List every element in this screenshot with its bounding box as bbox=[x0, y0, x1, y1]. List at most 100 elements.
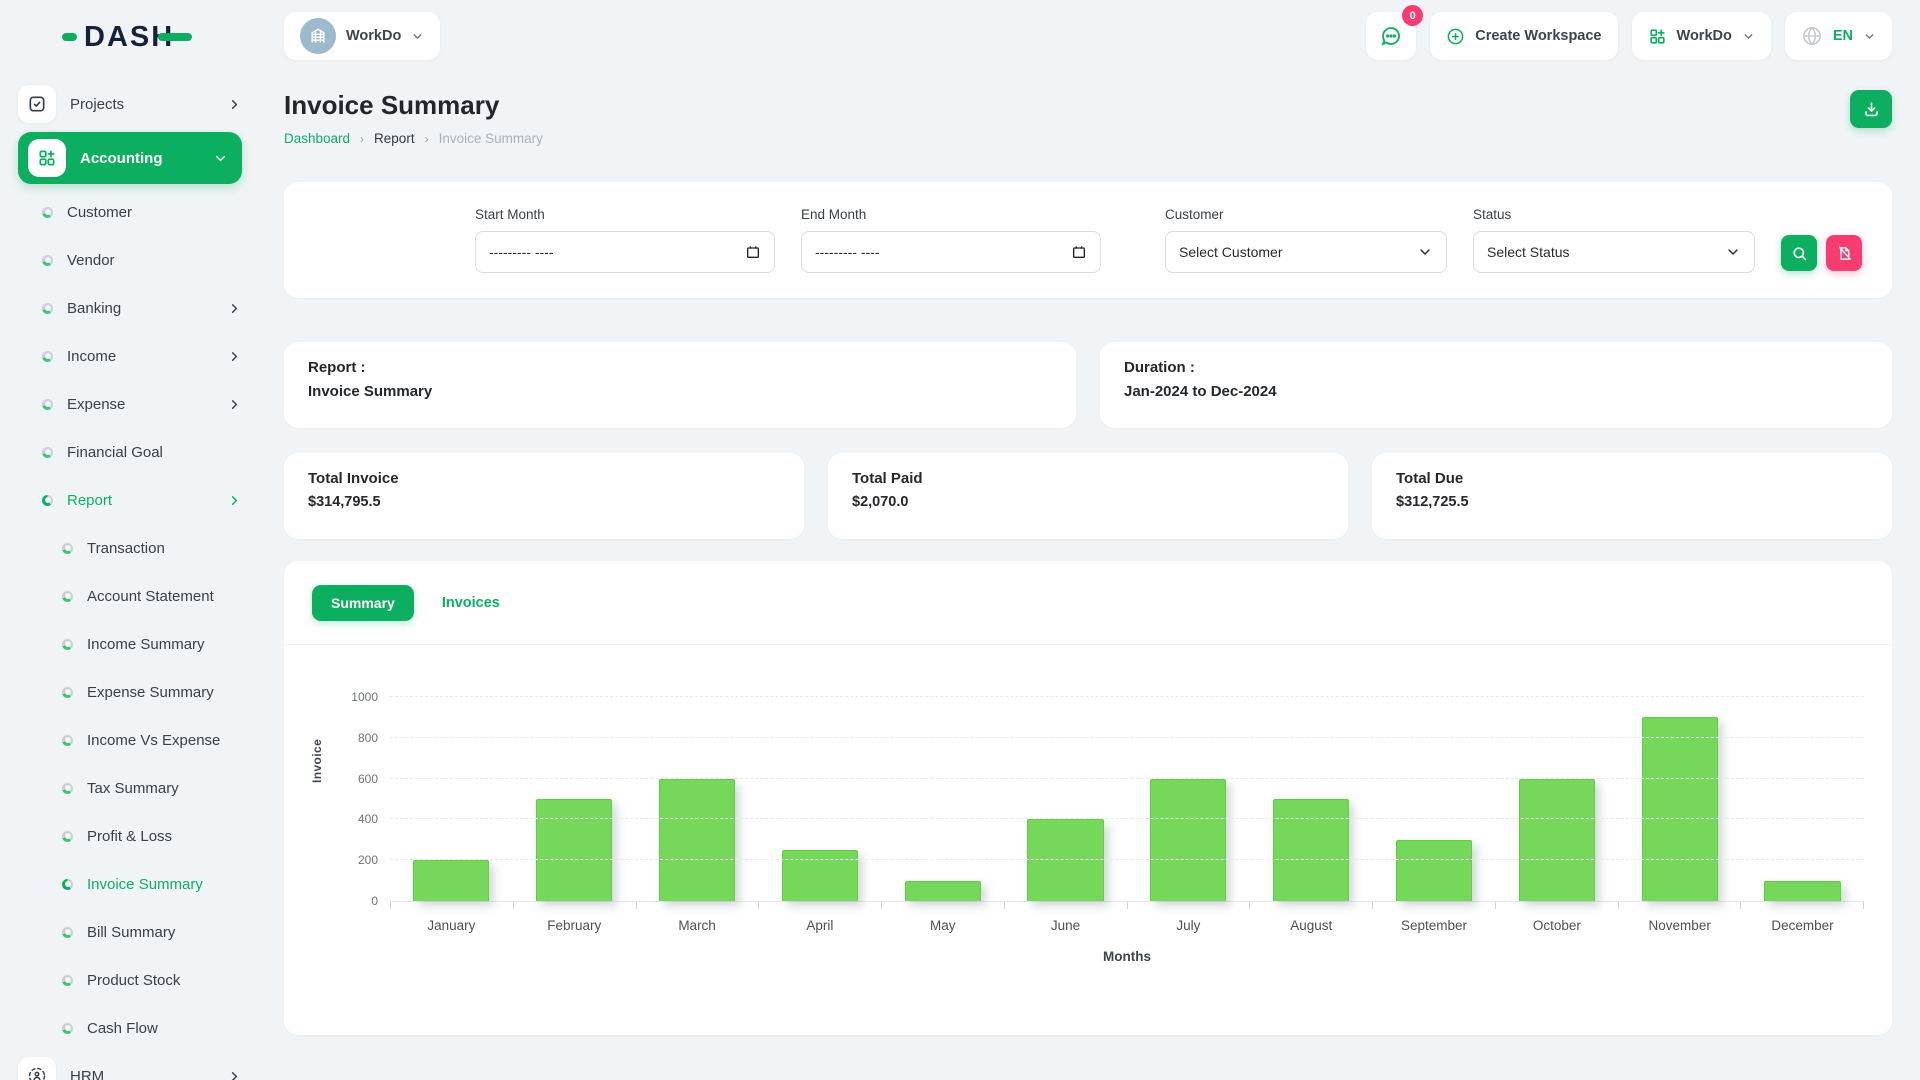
gridline-1000 bbox=[390, 696, 1864, 697]
sidebar-item-transaction[interactable]: Transaction bbox=[18, 524, 242, 572]
sidebar-item-accounting[interactable]: Accounting bbox=[18, 132, 242, 184]
bar-july[interactable] bbox=[1150, 779, 1226, 901]
reset-filter-button[interactable] bbox=[1826, 235, 1862, 271]
sidebar-item-account-statement[interactable]: Account Statement bbox=[18, 572, 242, 620]
status-label: Status bbox=[1473, 207, 1755, 222]
brand-logo[interactable]: DASH bbox=[0, 0, 260, 74]
bullet-icon bbox=[62, 879, 73, 890]
bar-november[interactable] bbox=[1642, 717, 1718, 901]
bar-column-september bbox=[1373, 697, 1496, 901]
customer-select[interactable]: Select Customer bbox=[1165, 231, 1447, 273]
start-month-input[interactable]: --------- ---- bbox=[475, 231, 775, 273]
duration-card: Duration : Jan-2024 to Dec-2024 bbox=[1100, 342, 1892, 428]
sidebar-item-tax-summary[interactable]: Tax Summary bbox=[18, 764, 242, 812]
sidebar-item-customer[interactable]: Customer bbox=[18, 188, 242, 236]
sidebar-item-profit-loss[interactable]: Profit & Loss bbox=[18, 812, 242, 860]
y-tick-0: 0 bbox=[334, 894, 378, 908]
sidebar-item-bill-summary[interactable]: Bill Summary bbox=[18, 908, 242, 956]
report-label: Report : bbox=[308, 359, 1052, 376]
y-axis-title: Invoice bbox=[310, 739, 324, 783]
breadcrumb-dashboard[interactable]: Dashboard bbox=[284, 131, 350, 146]
workdo-menu-label: WorkDo bbox=[1677, 28, 1732, 44]
x-label-may: May bbox=[881, 918, 1004, 933]
sidebar-item-financial-goal[interactable]: Financial Goal bbox=[18, 428, 242, 476]
chevron-down-icon bbox=[1863, 30, 1876, 43]
bar-column-november bbox=[1618, 697, 1741, 901]
tab-invoices[interactable]: Invoices bbox=[442, 595, 500, 611]
end-month-input[interactable]: --------- ---- bbox=[801, 231, 1101, 273]
workspace-avatar bbox=[300, 18, 336, 54]
x-label-august: August bbox=[1250, 918, 1373, 933]
search-button[interactable] bbox=[1781, 235, 1817, 271]
bar-may[interactable] bbox=[905, 881, 981, 901]
chevron-right-icon bbox=[227, 397, 242, 412]
report-card: Report : Invoice Summary bbox=[284, 342, 1076, 428]
sidebar-item-expense-summary[interactable]: Expense Summary bbox=[18, 668, 242, 716]
invoice-bar-chart: Invoice 02004006008001000 JanuaryFebruar… bbox=[312, 697, 1864, 964]
sidebar-nav: ProjectsAccountingCustomerVendorBankingI… bbox=[0, 74, 260, 1080]
y-tick-400: 400 bbox=[334, 812, 378, 826]
chevron-down-icon bbox=[1417, 244, 1433, 260]
bar-june[interactable] bbox=[1027, 819, 1103, 901]
sidebar-item-vendor[interactable]: Vendor bbox=[18, 236, 242, 284]
x-tick bbox=[1250, 902, 1373, 909]
sidebar-item-cash-flow[interactable]: Cash Flow bbox=[18, 1004, 242, 1052]
language-code: EN bbox=[1833, 28, 1853, 44]
calendar-icon bbox=[745, 244, 761, 260]
bar-column-march bbox=[636, 697, 759, 901]
sidebar-item-hrm[interactable]: HRM bbox=[18, 1052, 242, 1080]
person-target-icon bbox=[18, 1057, 56, 1080]
sidebar-item-invoice-summary[interactable]: Invoice Summary bbox=[18, 860, 242, 908]
messages-button[interactable]: 0 bbox=[1366, 12, 1416, 60]
y-tick-800: 800 bbox=[334, 731, 378, 745]
bar-column-october bbox=[1495, 697, 1618, 901]
sidebar-item-banking[interactable]: Banking bbox=[18, 284, 242, 332]
grid-plus-icon bbox=[1648, 27, 1667, 46]
globe-icon bbox=[1801, 25, 1823, 47]
sidebar-item-income[interactable]: Income bbox=[18, 332, 242, 380]
bar-december[interactable] bbox=[1764, 881, 1840, 901]
bar-august[interactable] bbox=[1273, 799, 1349, 901]
sidebar-item-projects[interactable]: Projects bbox=[18, 80, 242, 128]
workspace-selector[interactable]: WorkDo bbox=[284, 12, 440, 60]
page-title: Invoice Summary bbox=[284, 90, 543, 121]
topbar-right: 0 Create Workspace WorkDo EN bbox=[1366, 12, 1892, 60]
main-content: WorkDo 0 Create Workspace WorkDo bbox=[260, 0, 1920, 1080]
x-tick bbox=[391, 902, 514, 909]
sidebar-item-expense[interactable]: Expense bbox=[18, 380, 242, 428]
gridline-200 bbox=[390, 859, 1864, 860]
sidebar-item-income-vs-expense[interactable]: Income Vs Expense bbox=[18, 716, 242, 764]
breadcrumb-report[interactable]: Report bbox=[374, 131, 415, 146]
bar-february[interactable] bbox=[536, 799, 612, 901]
bullet-icon bbox=[62, 927, 73, 938]
bar-column-july bbox=[1127, 697, 1250, 901]
bullet-icon bbox=[42, 447, 53, 458]
x-tick bbox=[1373, 902, 1496, 909]
building-icon bbox=[308, 26, 328, 46]
status-select[interactable]: Select Status bbox=[1473, 231, 1755, 273]
chevron-down-icon bbox=[213, 151, 228, 166]
plus-circle-icon bbox=[1446, 27, 1465, 46]
bar-column-may bbox=[881, 697, 1004, 901]
workdo-menu[interactable]: WorkDo bbox=[1632, 12, 1771, 60]
bar-january[interactable] bbox=[413, 860, 489, 901]
language-selector[interactable]: EN bbox=[1785, 12, 1892, 60]
download-report-button[interactable] bbox=[1850, 90, 1892, 128]
bar-october[interactable] bbox=[1519, 779, 1595, 901]
sidebar-item-product-stock[interactable]: Product Stock bbox=[18, 956, 242, 1004]
bar-april[interactable] bbox=[782, 850, 858, 901]
total-due-card: Total Due $312,725.5 bbox=[1372, 453, 1892, 539]
bullet-icon bbox=[62, 543, 73, 554]
tab-summary[interactable]: Summary bbox=[312, 585, 414, 621]
bullet-icon bbox=[42, 495, 53, 506]
sidebar-item-income-summary[interactable]: Income Summary bbox=[18, 620, 242, 668]
create-workspace-button[interactable]: Create Workspace bbox=[1430, 12, 1617, 60]
chart-bars bbox=[390, 697, 1864, 901]
x-tick bbox=[759, 902, 882, 909]
x-tick bbox=[1496, 902, 1619, 909]
bar-september[interactable] bbox=[1396, 840, 1472, 901]
x-axis-title: Months bbox=[390, 949, 1864, 964]
bullet-icon bbox=[62, 591, 73, 602]
bar-march[interactable] bbox=[659, 779, 735, 901]
sidebar-item-report[interactable]: Report bbox=[18, 476, 242, 524]
